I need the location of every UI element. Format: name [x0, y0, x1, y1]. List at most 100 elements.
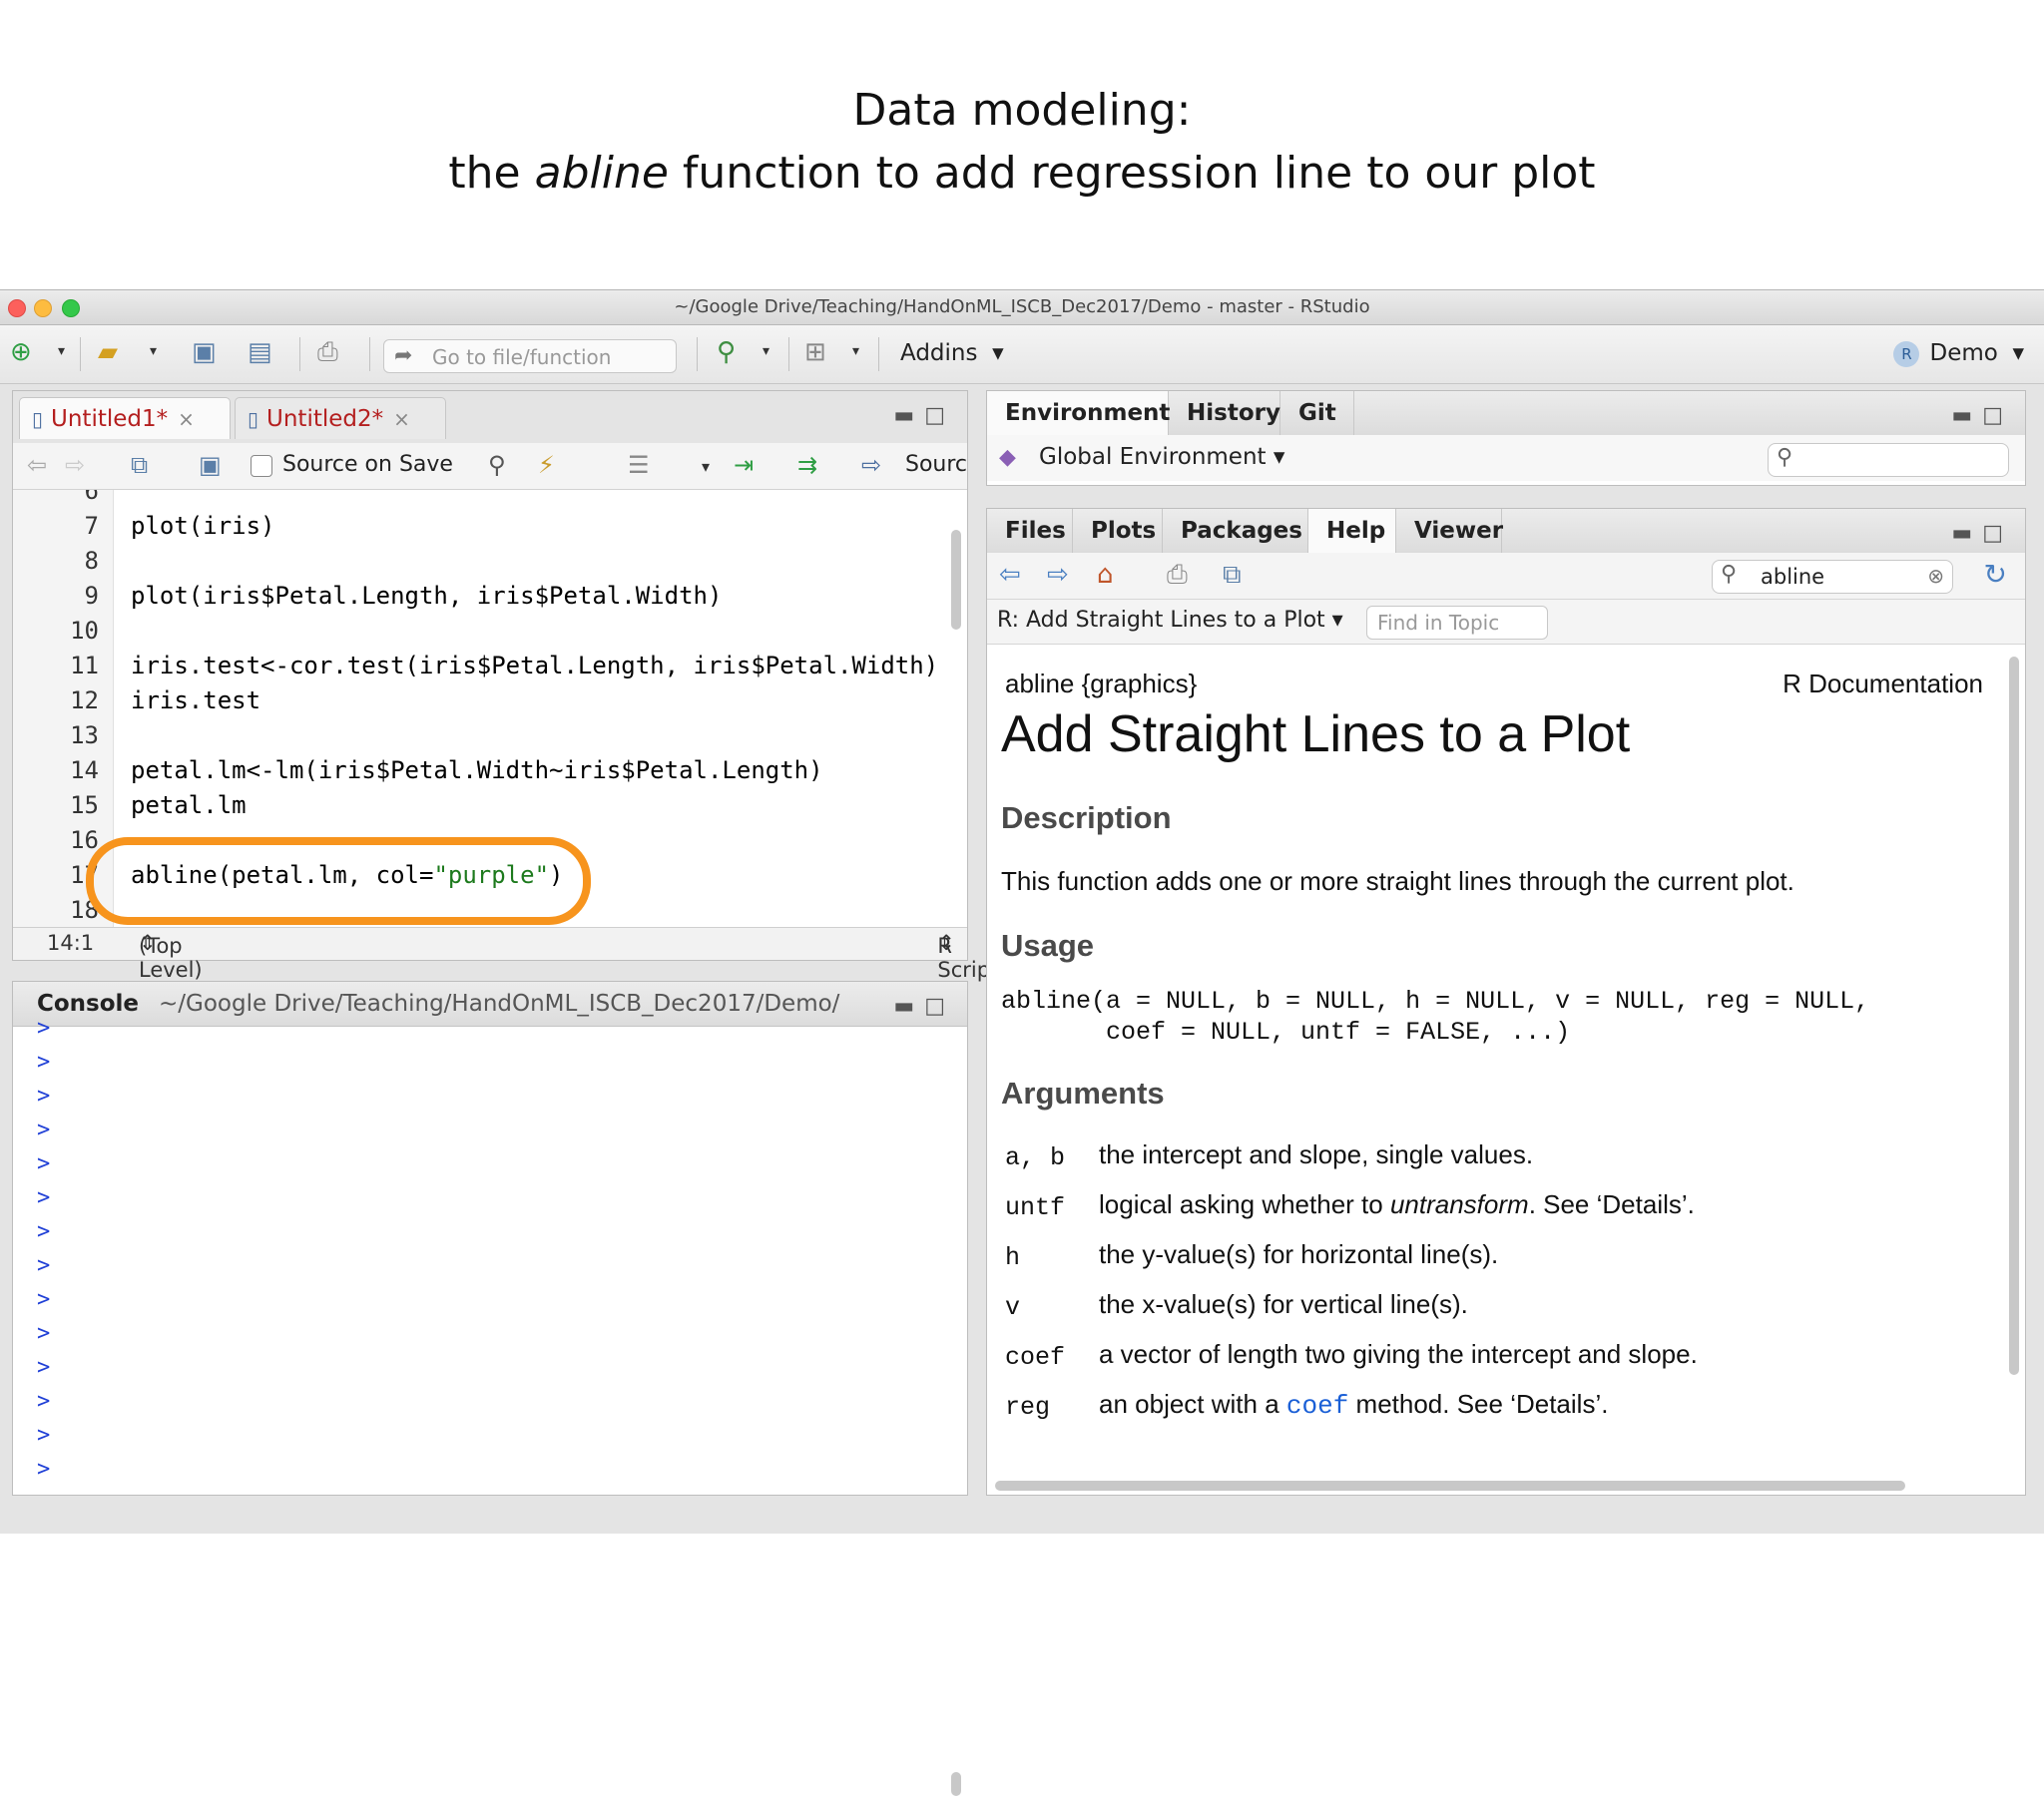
rerun-icon[interactable]: ⇉ [797, 451, 817, 479]
open-dropdown[interactable]: ▾ [150, 343, 157, 359]
argument-row: untf logical asking whether to untransfor… [1005, 1189, 1695, 1222]
tab-untitled2[interactable]: ▯ Untitled2* × [235, 397, 446, 439]
environment-icon: ◆ [999, 445, 1016, 470]
forward-arrow-icon[interactable]: ⇨ [1047, 560, 1069, 590]
pane-window-controls[interactable]: ▬□ [893, 994, 955, 1019]
rstudio-window: ~/Google Drive/Teaching/HandOnML_ISCB_De… [0, 289, 2044, 1796]
help-package-label: abline {graphics} [1005, 669, 1198, 698]
print-icon[interactable]: ⎙ [1167, 560, 1188, 591]
tab-help[interactable]: Help [1308, 509, 1396, 553]
back-arrow-icon[interactable]: ⇦ [999, 560, 1021, 590]
tab-untitled1[interactable]: ▯ Untitled1* × [19, 397, 231, 439]
new-file-dropdown[interactable]: ▾ [58, 343, 65, 359]
help-toolbar: ⇦ ⇨ ⌂ ⎙ ⧉ ⚲ abline ⊗ ↻ [987, 553, 2025, 600]
source-button[interactable]: Sourc [905, 452, 967, 477]
addins-menu[interactable]: Addins ▾ [900, 340, 1004, 366]
toolbar-divider [697, 337, 698, 371]
home-icon[interactable]: ⌂ [1097, 560, 1114, 590]
save-icon[interactable]: ▣ [199, 451, 222, 479]
console-scrollbar[interactable] [951, 1772, 961, 1796]
pane-window-controls[interactable]: ▬□ [893, 403, 955, 428]
clear-search-icon[interactable]: ⊗ [1927, 564, 1944, 588]
chevron-down-icon[interactable]: ▾ [702, 457, 710, 476]
code-line: 6 [84, 490, 99, 505]
tab-history[interactable]: History [1169, 391, 1280, 435]
show-in-window-icon[interactable]: ⧉ [1223, 560, 1242, 591]
help-horizontal-scrollbar[interactable] [995, 1481, 1905, 1491]
tab-viewer[interactable]: Viewer [1396, 509, 1503, 553]
tab-git[interactable]: Git [1280, 391, 1354, 435]
help-scrollbar[interactable] [2009, 657, 2019, 1375]
console-prompt: > [37, 1253, 51, 1278]
source-icon[interactable]: ⇨ [861, 451, 881, 479]
console-prompt: > [37, 1016, 51, 1041]
environment-toolbar: ◆ Global Environment ▾ ⚲ [987, 435, 2025, 481]
code-line: 11 iris.test<-cor.test(iris$Petal.Length,… [70, 652, 939, 679]
run-icon[interactable]: ⇥ [734, 451, 754, 479]
help-search-input[interactable]: ⚲ abline ⊗ [1712, 560, 1953, 594]
source-on-save-checkbox[interactable] [251, 455, 272, 477]
console-path: ~/Google Drive/Teaching/HandOnML_ISCB_De… [159, 991, 840, 1017]
editor-toolbar: ⇦ ⇨ ⧉ ▣ Source on Save ⚲ ⚡ ☰ ▾ ⇥ ⇉ ⇨ Sou… [13, 443, 967, 490]
forward-arrow-icon[interactable]: ⇨ [65, 451, 85, 479]
file-type-selector[interactable]: R Script ⇕ [937, 931, 998, 982]
editor-scrollbar[interactable] [951, 530, 961, 630]
console-label: Console [37, 991, 140, 1017]
console-prompt: > [37, 1084, 51, 1109]
editor-status-bar: 14:1 (Top Level) ⇕ R Script ⇕ [13, 927, 998, 982]
tab-files[interactable]: Files [987, 509, 1073, 553]
project-menu[interactable]: R Demo ▾ [1893, 340, 2024, 367]
magic-wand-icon[interactable]: ⚡ [538, 451, 555, 479]
usage-heading: Usage [1001, 928, 1095, 963]
annotation-highlight-ring [86, 837, 591, 925]
save-icon[interactable]: ▣ [192, 337, 217, 367]
find-in-topic-input[interactable]: Find in Topic [1366, 606, 1548, 640]
tab-packages[interactable]: Packages [1163, 509, 1308, 553]
r-documentation-label: R Documentation [1783, 669, 1983, 698]
close-tab-icon[interactable]: × [178, 407, 195, 431]
find-in-topic-placeholder: Find in Topic [1377, 611, 1500, 635]
layout-dropdown[interactable]: ▾ [852, 343, 859, 359]
console-prompt: > [37, 1219, 51, 1244]
help-topic-dropdown[interactable]: R: Add Straight Lines to a Plot ▾ [997, 608, 1343, 633]
arguments-heading: Arguments [1001, 1076, 1165, 1111]
print-icon[interactable]: ⎙ [317, 337, 338, 368]
go-to-file-input[interactable]: ➦ Go to file/function [383, 339, 677, 373]
search-icon[interactable]: ⚲ [488, 451, 506, 479]
scope-selector[interactable]: (Top Level) ⇕ [139, 931, 203, 982]
toolbar-divider [878, 337, 879, 371]
code-line: 8 [84, 547, 99, 575]
save-all-icon[interactable]: ▤ [248, 337, 272, 367]
window-title: ~/Google Drive/Teaching/HandOnML_ISCB_De… [674, 296, 1370, 317]
toolbar-divider [369, 337, 370, 371]
new-file-icon[interactable]: ⊕ [10, 337, 32, 367]
environment-search-input[interactable]: ⚲ [1768, 443, 2009, 477]
compile-report-icon[interactable]: ☰ [628, 451, 650, 479]
code-line: 14 petal.lm<-lm(iris$Petal.Width~iris$Pet… [70, 756, 823, 784]
show-in-window-icon[interactable]: ⧉ [131, 451, 148, 479]
environment-pane: Environment History Git ▬□ ◆ Global Envi… [986, 390, 2026, 486]
slide-subtitle: the abline function to add regression li… [448, 148, 1596, 199]
open-folder-icon[interactable]: ▰ [98, 337, 118, 367]
git-icon[interactable]: ⚲ [717, 337, 736, 367]
pane-window-controls[interactable]: ▬□ [1951, 403, 2013, 428]
console-prompt: > [37, 1389, 51, 1414]
search-icon: ⚲ [1721, 562, 1738, 587]
console-header: Console ~/Google Drive/Teaching/HandOnML… [13, 982, 967, 1027]
console-prompt: > [37, 1185, 51, 1210]
pane-window-controls[interactable]: ▬□ [1951, 521, 2013, 546]
help-pane: Files Plots Packages Help Viewer ▬□ ⇦ ⇨ … [986, 508, 2026, 1496]
console-prompt: > [37, 1118, 51, 1142]
refresh-icon[interactable]: ↻ [1984, 558, 2007, 591]
global-environment-dropdown[interactable]: Global Environment ▾ [1039, 444, 1284, 470]
close-tab-icon[interactable]: × [393, 407, 410, 431]
main-toolbar: ⊕ ▾ ▰ ▾ ▣ ▤ ⎙ ➦ Go to file/function ⚲ ▾ … [0, 325, 2044, 384]
git-dropdown[interactable]: ▾ [763, 343, 769, 359]
grid-layout-icon[interactable]: ⊞ [804, 337, 826, 367]
tab-environment[interactable]: Environment [987, 391, 1170, 435]
r-project-icon: R [1893, 340, 1920, 367]
coef-link[interactable]: coef [1286, 1391, 1348, 1421]
tab-plots[interactable]: Plots [1073, 509, 1163, 553]
argument-row: reg an object with a coef method. See ‘De… [1005, 1389, 1609, 1422]
back-arrow-icon[interactable]: ⇦ [27, 451, 47, 479]
